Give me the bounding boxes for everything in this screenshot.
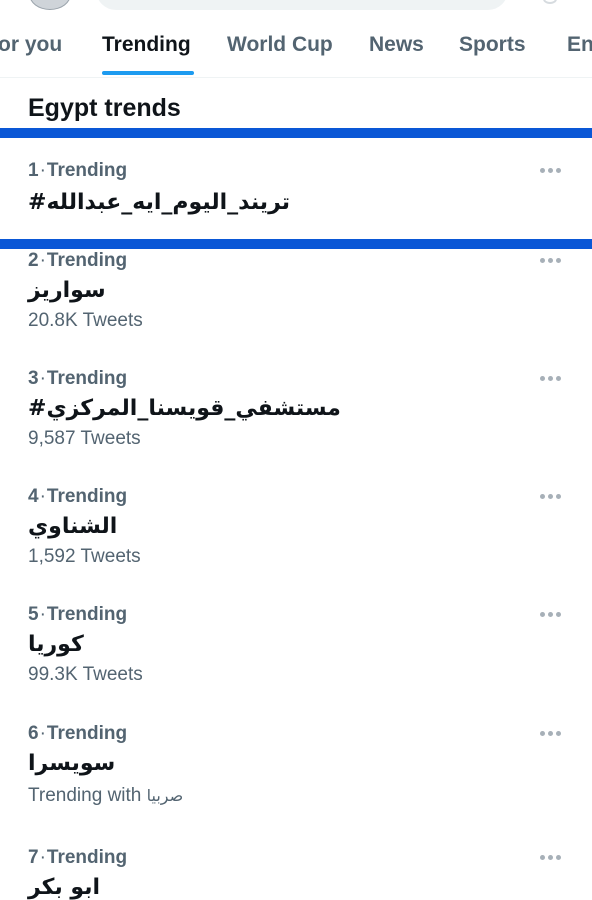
trend-meta: 3·Trending <box>28 368 128 389</box>
avatar[interactable] <box>29 0 71 10</box>
tab-world-cup[interactable]: World Cup <box>227 33 333 57</box>
more-horizontal-icon[interactable] <box>540 726 562 740</box>
tweet-count: 99.3K Tweets <box>28 664 143 685</box>
trend-name: سواريز <box>28 278 106 303</box>
trend-meta: 6·Trending <box>28 723 128 744</box>
section-title: Egypt trends <box>28 94 181 122</box>
more-horizontal-icon[interactable] <box>540 607 562 621</box>
tab-news[interactable]: News <box>369 33 424 57</box>
tab-bar: or you Trending World Cup News Sports En <box>0 14 592 78</box>
trend-name: #مستشفي_قويسنا_المركزي <box>28 396 341 421</box>
trend-name: #تريند_اليوم_ايه_عبدالله <box>28 190 291 215</box>
highlight-box <box>0 128 592 249</box>
trend-meta: 5·Trending <box>28 604 128 625</box>
trend-meta: 1·Trending <box>28 160 128 181</box>
tab-trending[interactable]: Trending <box>102 33 191 57</box>
trend-name: الشناوي <box>28 514 118 539</box>
active-tab-indicator <box>102 71 194 75</box>
trend-meta: 2·Trending <box>28 250 128 271</box>
tweet-count: 9,587 Tweets <box>28 428 141 449</box>
tab-for-you[interactable]: or you <box>0 33 62 57</box>
tweet-count: 1,592 Tweets <box>28 546 141 567</box>
more-horizontal-icon[interactable] <box>540 489 562 503</box>
gear-icon[interactable] <box>543 0 557 4</box>
trend-name: ابو بكر <box>28 875 100 900</box>
more-horizontal-icon[interactable] <box>540 163 562 177</box>
tab-sports[interactable]: Sports <box>459 33 526 57</box>
trend-name: سويسرا <box>28 751 116 776</box>
top-bar <box>0 0 592 14</box>
tweet-count: 20.8K Tweets <box>28 310 143 331</box>
more-horizontal-icon[interactable] <box>540 371 562 385</box>
more-horizontal-icon[interactable] <box>540 850 562 864</box>
trend-meta: 4·Trending <box>28 486 128 507</box>
tab-entertainment[interactable]: En <box>567 33 592 57</box>
trending-with: Trending with صربيا <box>28 785 184 806</box>
search-input[interactable] <box>96 0 508 10</box>
more-horizontal-icon[interactable] <box>540 253 562 267</box>
trend-meta: 7·Trending <box>28 847 128 868</box>
trend-name: كوريا <box>28 632 84 657</box>
